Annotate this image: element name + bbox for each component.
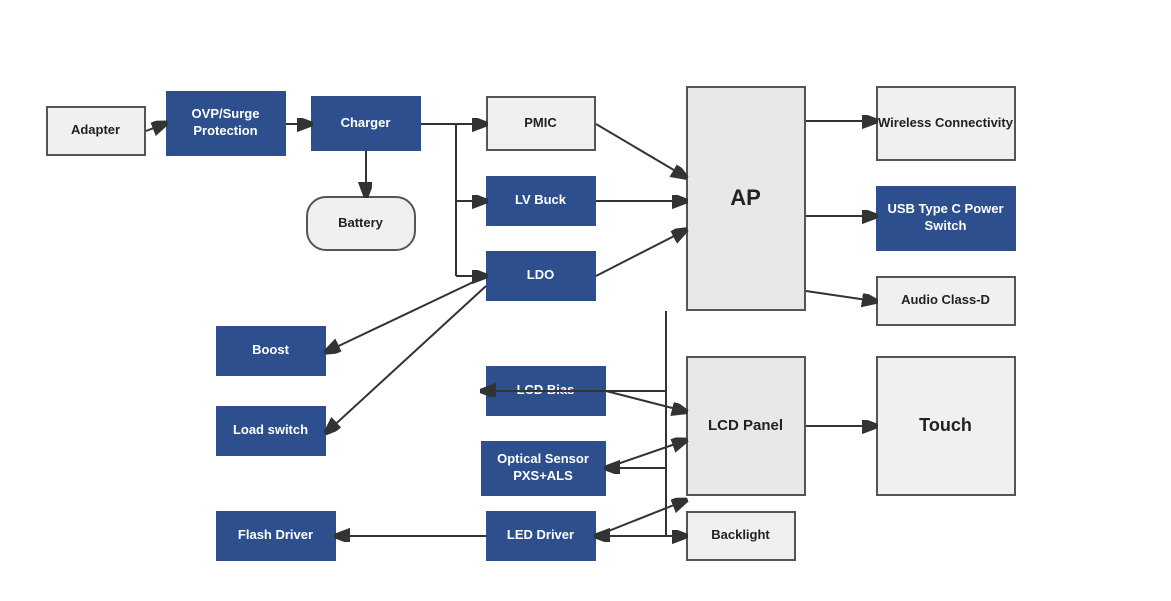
charger-block: Charger [311, 96, 421, 151]
backlight-block: Backlight [686, 511, 796, 561]
audio-label: Audio Class-D [901, 292, 990, 309]
battery-label: Battery [338, 215, 383, 232]
boost-label: Boost [252, 342, 289, 359]
battery-block: Battery [306, 196, 416, 251]
backlight-label: Backlight [711, 527, 770, 544]
ovp-label: OVP/Surge Protection [168, 106, 284, 140]
pmic-block: PMIC [486, 96, 596, 151]
audio-block: Audio Class-D [876, 276, 1016, 326]
flash-driver-label: Flash Driver [238, 527, 313, 544]
adapter-label: Adapter [71, 122, 120, 139]
load-switch-block: Load switch [216, 406, 326, 456]
flash-driver-block: Flash Driver [216, 511, 336, 561]
boost-block: Boost [216, 326, 326, 376]
ovp-block: OVP/Surge Protection [166, 91, 286, 156]
lcd-panel-label: LCD Panel [708, 416, 783, 436]
touch-block: Touch [876, 356, 1016, 496]
usb-block: USB Type C Power Switch [876, 186, 1016, 251]
wireless-label: Wireless Connectivity [878, 115, 1013, 132]
lcd-panel-block: LCD Panel [686, 356, 806, 496]
lv-buck-label: LV Buck [515, 192, 566, 209]
ldo-label: LDO [527, 267, 554, 284]
pmic-label: PMIC [524, 115, 557, 132]
ldo-block: LDO [486, 251, 596, 301]
led-driver-label: LED Driver [507, 527, 574, 544]
lv-buck-block: LV Buck [486, 176, 596, 226]
wireless-block: Wireless Connectivity [876, 86, 1016, 161]
optical-sensor-block: Optical Sensor PXS+ALS [481, 441, 606, 496]
charger-label: Charger [341, 115, 391, 132]
usb-label: USB Type C Power Switch [878, 201, 1014, 235]
block-diagram: Adapter OVP/Surge Protection Charger Bat… [36, 21, 1136, 581]
adapter-block: Adapter [46, 106, 146, 156]
load-switch-label: Load switch [233, 422, 308, 439]
led-driver-block: LED Driver [486, 511, 596, 561]
touch-label: Touch [919, 414, 972, 437]
optical-sensor-label: Optical Sensor PXS+ALS [483, 451, 604, 485]
lcd-bias-block: LCD Bias [486, 366, 606, 416]
ap-block: AP [686, 86, 806, 311]
ap-label: AP [730, 184, 761, 213]
lcd-bias-label: LCD Bias [517, 382, 575, 399]
